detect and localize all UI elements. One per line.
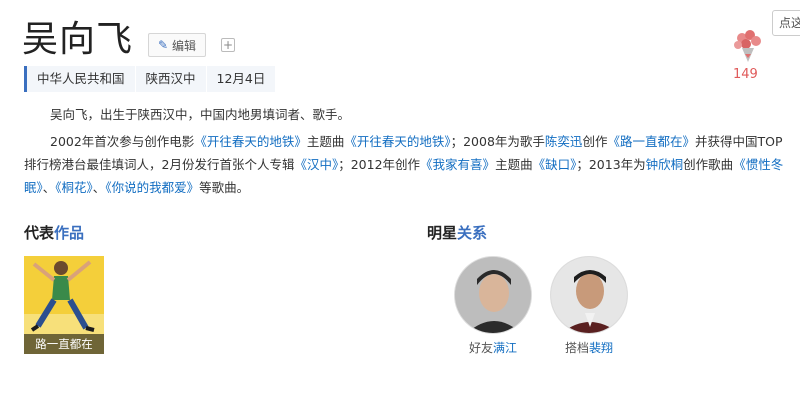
add-button[interactable]: +	[221, 38, 235, 52]
tag-birthday[interactable]: 12月4日	[207, 66, 276, 92]
avatar	[454, 256, 532, 334]
like-count: 149	[733, 67, 758, 82]
link-song-lu-yi-zhi[interactable]: 《路一直都在》	[607, 134, 695, 149]
page-title: 吴向飞	[22, 19, 134, 60]
works-section-title: 代表作品	[24, 224, 85, 242]
link-album-hanzhong[interactable]: 《汉中》	[294, 157, 338, 172]
link-song-subway[interactable]: 《开往春天的地铁》	[344, 134, 450, 149]
bio-paragraph: 2002年首次参与创作电影《开往春天的地铁》主题曲《开往春天的地铁》；2008年…	[24, 134, 784, 195]
tooltip[interactable]: 点这	[772, 10, 800, 36]
star-name-link[interactable]: 满江	[493, 341, 517, 355]
intro-paragraph: 吴向飞，出生于陕西汉中，中国内地男填词者、歌手。	[50, 107, 351, 122]
star-name-link[interactable]: 裴翔	[589, 341, 613, 355]
work-caption: 路一直都在	[24, 334, 104, 354]
link-ni-shuo-de[interactable]: 《你说的我都爱》	[105, 180, 199, 195]
tag-country[interactable]: 中华人民共和国	[27, 66, 136, 92]
tag-bar: 中华人民共和国 陕西汉中 12月4日	[24, 66, 276, 92]
tag-place[interactable]: 陕西汉中	[136, 66, 207, 92]
link-tong-hua[interactable]: 《桐花》	[55, 180, 93, 195]
relation-label: 好友满江	[468, 341, 518, 355]
relation-label: 搭档裴翔	[564, 341, 614, 355]
flower-bouquet-icon[interactable]	[728, 28, 768, 64]
edit-button-label: 编辑	[172, 38, 197, 53]
link-que-kou[interactable]: 《缺口》	[533, 157, 577, 172]
link-eason-chan[interactable]: 陈奕迅	[545, 134, 583, 149]
avatar	[550, 256, 628, 334]
edit-button[interactable]: ✎ 编辑	[148, 33, 206, 57]
star-relation-card[interactable]: 搭档裴翔	[548, 256, 630, 356]
link-zhong-xin-tong[interactable]: 钟欣桐	[646, 157, 684, 172]
star-relation-card[interactable]: 好友满江	[452, 256, 534, 356]
link-wo-jia-you-xi[interactable]: 《我家有喜》	[420, 157, 495, 172]
link-movie-subway[interactable]: 《开往春天的地铁》	[194, 134, 307, 149]
pencil-icon: ✎	[157, 38, 169, 52]
stars-section-title: 明星关系	[427, 224, 488, 242]
work-card[interactable]: 路一直都在	[24, 256, 104, 354]
